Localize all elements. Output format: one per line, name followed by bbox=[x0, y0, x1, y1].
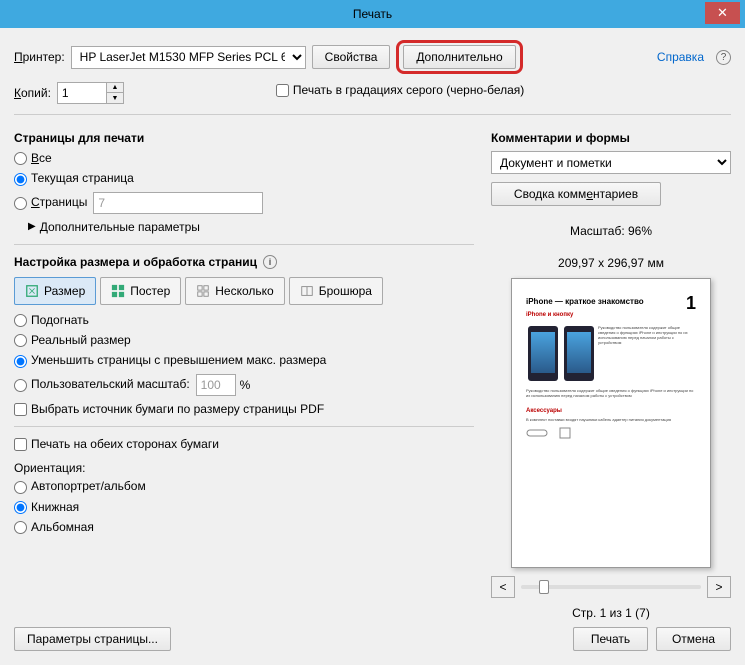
check-duplex[interactable]: Печать на обеих сторонах бумаги bbox=[14, 437, 219, 451]
radio-auto-orient[interactable]: Автопортрет/альбом bbox=[14, 479, 146, 493]
size-icon bbox=[25, 284, 39, 298]
accessory-icon bbox=[554, 426, 576, 440]
page-slider[interactable] bbox=[521, 585, 701, 589]
more-options-toggle[interactable]: ▶Дополнительные параметры bbox=[28, 220, 474, 234]
radio-shrink[interactable]: Уменьшить страницы с превышением макс. р… bbox=[14, 353, 326, 367]
copies-label: Копий: bbox=[14, 86, 51, 100]
prev-page-button[interactable]: < bbox=[491, 576, 515, 598]
spin-down[interactable]: ▼ bbox=[107, 93, 123, 103]
radio-fit[interactable]: Подогнать bbox=[14, 313, 89, 327]
preview-section2: Аксессуары bbox=[526, 408, 696, 414]
window-title: Печать bbox=[353, 7, 392, 21]
preview-page: 1 iPhone — краткое знакомство iPhone и к… bbox=[511, 278, 711, 568]
help-icon[interactable]: ? bbox=[716, 50, 731, 65]
properties-button[interactable]: Свойства bbox=[312, 45, 391, 69]
tab-size[interactable]: Размер bbox=[14, 277, 96, 305]
grayscale-checkbox[interactable]: Печать в градациях серого (черно-белая) bbox=[276, 83, 524, 97]
pages-range-input[interactable] bbox=[93, 192, 263, 214]
booklet-icon bbox=[300, 284, 314, 298]
tab-booklet[interactable]: Брошюра bbox=[289, 277, 383, 305]
dimensions-label: 209,97 x 296,97 мм bbox=[491, 256, 731, 270]
help-link[interactable]: Справка bbox=[657, 50, 704, 64]
page-info: Стр. 1 из 1 (7) bbox=[491, 606, 731, 620]
radio-custom[interactable]: Пользовательский масштаб: bbox=[14, 377, 190, 391]
radio-range[interactable]: Страницы bbox=[14, 195, 87, 209]
summarize-button[interactable]: Сводка комментариев bbox=[491, 182, 661, 206]
cancel-button[interactable]: Отмена bbox=[656, 627, 731, 651]
print-button[interactable]: Печать bbox=[573, 627, 648, 651]
copies-input[interactable] bbox=[57, 82, 107, 104]
custom-scale-input[interactable] bbox=[196, 374, 236, 396]
spin-up[interactable]: ▲ bbox=[107, 83, 123, 93]
close-button[interactable]: ✕ bbox=[705, 2, 740, 24]
radio-landscape[interactable]: Альбомная bbox=[14, 520, 94, 534]
copies-spinner[interactable]: ▲▼ bbox=[57, 82, 124, 104]
sizing-title: Настройка размера и обработка страниц bbox=[14, 255, 257, 269]
preview-section1: iPhone и кнопку bbox=[526, 312, 696, 318]
radio-current[interactable]: Текущая страница bbox=[14, 171, 134, 185]
next-page-button[interactable]: > bbox=[707, 576, 731, 598]
printer-label: Принтер: bbox=[14, 50, 65, 64]
scale-label: Масштаб: 96% bbox=[491, 224, 731, 238]
comments-title: Комментарии и формы bbox=[491, 131, 731, 145]
page-setup-button[interactable]: Параметры страницы... bbox=[14, 627, 171, 651]
tab-multiple[interactable]: Несколько bbox=[185, 277, 284, 305]
preview-title: iPhone — краткое знакомство bbox=[526, 297, 696, 306]
preview-text: В комплект поставки входят наушники кабе… bbox=[526, 417, 696, 422]
tab-poster[interactable]: Постер bbox=[100, 277, 181, 305]
phone-image bbox=[528, 326, 558, 381]
advanced-highlight: Дополнительно bbox=[396, 40, 522, 74]
chapter-number: 1 bbox=[686, 293, 696, 314]
multiple-icon bbox=[196, 284, 210, 298]
percent-label: % bbox=[240, 378, 251, 392]
poster-icon bbox=[111, 284, 125, 298]
comments-select[interactable]: Документ и пометки bbox=[491, 151, 731, 174]
pages-title: Страницы для печати bbox=[14, 131, 474, 145]
printer-select[interactable]: HP LaserJet M1530 MFP Series PCL 6 (кoп bbox=[71, 46, 306, 69]
radio-actual[interactable]: Реальный размер bbox=[14, 333, 131, 347]
check-paper-source[interactable]: Выбрать источник бумаги по размеру стран… bbox=[14, 402, 324, 416]
info-icon[interactable]: i bbox=[263, 255, 277, 269]
preview-text: Руководство пользователя содержит общие … bbox=[526, 388, 696, 398]
accessory-icon bbox=[526, 426, 548, 440]
preview-text: Руководство пользователя содержит общие … bbox=[598, 325, 696, 385]
radio-portrait[interactable]: Книжная bbox=[14, 500, 79, 514]
advanced-button[interactable]: Дополнительно bbox=[403, 45, 515, 69]
phone-image bbox=[564, 326, 594, 381]
radio-all[interactable]: Все bbox=[14, 151, 52, 165]
orientation-label: Ориентация: bbox=[14, 461, 474, 475]
